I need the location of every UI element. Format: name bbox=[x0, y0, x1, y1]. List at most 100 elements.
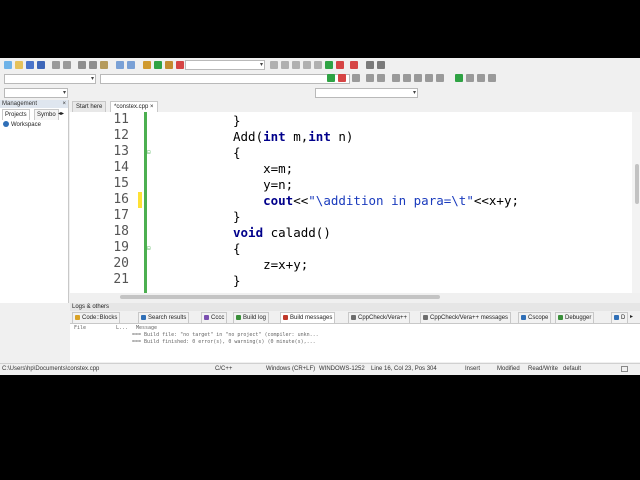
close-icon[interactable]: × bbox=[150, 104, 154, 110]
column-header-file[interactable]: File bbox=[74, 325, 86, 331]
cppcheck-icon bbox=[423, 314, 428, 320]
logs-tabs: Code::Blocks Search results Cccc Build l… bbox=[70, 311, 640, 323]
main-toolbar: ▾ bbox=[0, 59, 640, 72]
line-number: 21 bbox=[113, 272, 129, 287]
column-header-line[interactable]: L... bbox=[116, 325, 128, 331]
tab-cscope[interactable]: Cscope bbox=[518, 312, 552, 323]
tab-cppcheck-messages[interactable]: CppCheck/Vera++ messages bbox=[420, 312, 512, 323]
log-message: === Build finished: 0 error(s), 0 warnin… bbox=[132, 339, 316, 345]
management-title: Management bbox=[0, 100, 68, 108]
line-number: 11 bbox=[113, 112, 129, 127]
redo-icon[interactable] bbox=[63, 61, 71, 69]
workspace-item[interactable]: Workspace bbox=[3, 121, 41, 129]
code-editor[interactable]: 11 12 13 14 15 16 17 18 19 20 21 ⊟ ⊟ } A… bbox=[70, 112, 640, 293]
code-line: void caladd() bbox=[233, 225, 331, 240]
breakpoint-icon[interactable] bbox=[350, 61, 358, 69]
search-icon bbox=[141, 314, 146, 320]
status-encoding: WINDOWS-1252 bbox=[319, 366, 365, 372]
debug-info-icon[interactable] bbox=[377, 61, 385, 69]
scrollbar-thumb[interactable] bbox=[635, 164, 639, 204]
toolbar-icon[interactable] bbox=[488, 74, 496, 82]
workspace-icon bbox=[3, 121, 9, 128]
vertical-scrollbar[interactable] bbox=[632, 112, 640, 293]
fold-marker[interactable]: ⊟ bbox=[147, 245, 151, 252]
jump-forward-icon[interactable] bbox=[338, 74, 346, 82]
debugger-icon bbox=[558, 314, 563, 320]
tab-cppcheck[interactable]: CppCheck/Vera++ bbox=[348, 312, 411, 323]
toolbar-icon[interactable] bbox=[403, 74, 411, 82]
debug-window-icon[interactable] bbox=[366, 61, 374, 69]
paste-icon[interactable] bbox=[100, 61, 108, 69]
debug-stop-icon[interactable] bbox=[336, 61, 344, 69]
find-icon[interactable] bbox=[116, 61, 124, 69]
open-file-icon[interactable] bbox=[15, 61, 23, 69]
tab-symbols[interactable]: Symbo bbox=[34, 109, 59, 120]
tab-scroll-arrows[interactable]: ◂▸ bbox=[58, 109, 64, 119]
line-number: 12 bbox=[113, 128, 129, 143]
function-combo[interactable] bbox=[100, 74, 350, 84]
tab-start-here[interactable]: Start here bbox=[72, 101, 107, 112]
code-line: cout<<"\addition in para=\t"<<x+y; bbox=[263, 193, 520, 208]
save-icon[interactable] bbox=[26, 61, 34, 69]
code-line: } bbox=[233, 113, 241, 128]
toolbar-icon[interactable] bbox=[466, 74, 474, 82]
column-header-message[interactable]: Message bbox=[136, 325, 157, 331]
code-line: x=m; bbox=[233, 161, 294, 176]
toolbar-icon[interactable] bbox=[352, 74, 360, 82]
status-mode: Insert bbox=[465, 366, 481, 372]
code-line: y=n; bbox=[233, 177, 294, 192]
abort-icon[interactable] bbox=[176, 61, 184, 69]
toolbar-icon[interactable] bbox=[314, 61, 322, 69]
tabs-scroll-right[interactable]: ▸ bbox=[628, 312, 635, 322]
build-target-combo[interactable]: ▾ bbox=[185, 60, 265, 70]
build-and-run-icon[interactable] bbox=[165, 61, 173, 69]
tab-constex-cpp[interactable]: *constex.cpp × bbox=[110, 101, 158, 112]
toolbar-icon[interactable] bbox=[281, 61, 289, 69]
toolbar-icon[interactable] bbox=[270, 61, 278, 69]
tab-debugger[interactable]: Debugger bbox=[555, 312, 595, 323]
tab-d[interactable]: D bbox=[611, 312, 629, 323]
toolbar-icon[interactable] bbox=[292, 61, 300, 69]
toolbar-icon[interactable] bbox=[377, 74, 385, 82]
class-combo[interactable]: ▾ bbox=[4, 88, 68, 98]
toolbar-icon[interactable] bbox=[455, 74, 463, 82]
fold-marker[interactable]: ⊟ bbox=[147, 149, 151, 156]
toolbar-icon[interactable] bbox=[436, 74, 444, 82]
status-line-endings: Windows (CR+LF) bbox=[266, 366, 316, 372]
copy-icon[interactable] bbox=[89, 61, 97, 69]
line-number: 17 bbox=[113, 208, 129, 223]
tab-search-results[interactable]: Search results bbox=[138, 312, 190, 323]
line-number: 14 bbox=[113, 160, 129, 175]
toolbar-icon[interactable] bbox=[366, 74, 374, 82]
toolbar-icon[interactable] bbox=[477, 74, 485, 82]
tab-cccc[interactable]: Cccc bbox=[201, 312, 228, 323]
symbol-combo[interactable]: ▾ bbox=[315, 88, 418, 98]
cut-icon[interactable] bbox=[78, 61, 86, 69]
scrollbar-thumb[interactable] bbox=[120, 295, 440, 299]
close-icon[interactable]: × bbox=[62, 100, 66, 108]
save-all-icon[interactable] bbox=[37, 61, 45, 69]
undo-icon[interactable] bbox=[52, 61, 60, 69]
run-icon[interactable] bbox=[154, 61, 162, 69]
new-file-icon[interactable] bbox=[4, 61, 12, 69]
build-messages-list[interactable]: File L... Message === Build file: "no ta… bbox=[70, 323, 640, 362]
tab-build-log[interactable]: Build log bbox=[233, 312, 270, 323]
toolbar-icon[interactable] bbox=[392, 74, 400, 82]
scope-combo[interactable]: ▾ bbox=[4, 74, 96, 84]
build-icon[interactable] bbox=[143, 61, 151, 69]
toolbar-icon[interactable] bbox=[303, 61, 311, 69]
replace-icon[interactable] bbox=[127, 61, 135, 69]
line-number: 20 bbox=[113, 256, 129, 271]
toolbar-icon[interactable] bbox=[425, 74, 433, 82]
toolbar-icon[interactable] bbox=[414, 74, 422, 82]
status-modified: Modified bbox=[497, 366, 520, 372]
jump-back-icon[interactable] bbox=[327, 74, 335, 82]
debug-continue-icon[interactable] bbox=[325, 61, 333, 69]
tab-codeblocks-log[interactable]: Code::Blocks bbox=[72, 312, 121, 323]
changed-line-marker bbox=[138, 192, 142, 208]
code-completion-toolbar: ▾ ▾ bbox=[0, 87, 640, 100]
tab-build-messages[interactable]: Build messages bbox=[280, 312, 336, 323]
horizontal-scrollbar[interactable] bbox=[70, 293, 640, 301]
tab-projects[interactable]: Projects bbox=[2, 109, 30, 120]
line-number: 18 bbox=[113, 224, 129, 239]
